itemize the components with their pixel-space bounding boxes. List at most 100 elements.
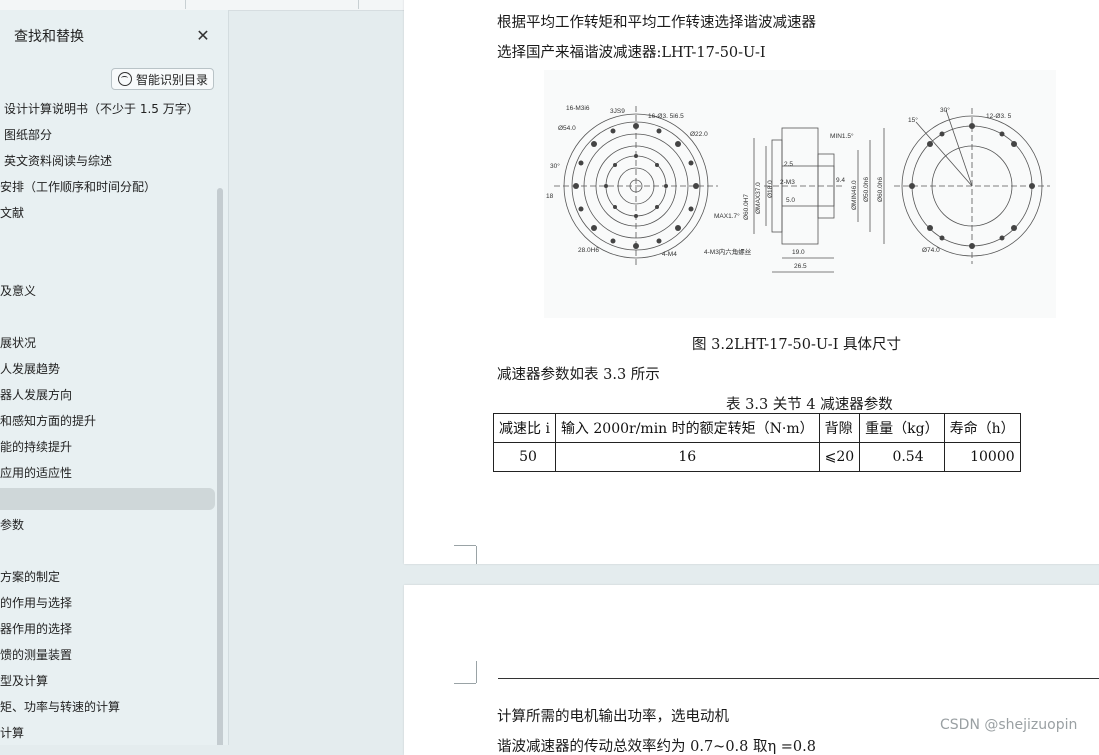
- toc-item-label: 英文资料阅读与综述: [4, 154, 113, 168]
- doc-paragraph: 根据平均工作转矩和平均工作转速选择谐波减速器: [497, 15, 816, 31]
- toc-item-selected[interactable]: [0, 488, 215, 510]
- toc-item-label: 方案的制定: [0, 570, 61, 584]
- panel-scrollbar[interactable]: [217, 188, 223, 745]
- toc-item-label: 图纸部分: [4, 128, 53, 142]
- toc-item[interactable]: [0, 254, 215, 276]
- dim-label: 5.0: [786, 197, 795, 204]
- dim-label: 12-Ø3. 5: [986, 113, 1012, 120]
- toc-item[interactable]: 设计计算说明书（不少于 1.5 万字）: [0, 98, 219, 120]
- toc-item[interactable]: 展状况: [0, 332, 215, 354]
- toc-item[interactable]: 人发展趋势: [0, 358, 215, 380]
- toc-item[interactable]: 型及计算: [0, 670, 215, 692]
- toc-item-label: 的作用与选择: [0, 596, 73, 610]
- dim-label: 18: [546, 193, 554, 200]
- table-header-cell: 重量（kg）: [859, 413, 945, 443]
- table-caption: 表 3.3 关节 4 减速器参数: [726, 397, 893, 413]
- dim-label: 26.5: [794, 263, 807, 270]
- watermark: CSDN @shejizuopin: [940, 717, 1078, 733]
- dim-label: 30°: [550, 162, 560, 170]
- toc-item[interactable]: 器人发展方向: [0, 384, 215, 406]
- doc-paragraph: 谐波减速器的传动总效率约为 0.7~0.8 取η =0.8: [497, 739, 816, 755]
- toc-item-label: 应用的适应性: [0, 466, 73, 480]
- reducer-dimension-figure: 16-M3i6 3JS9 16-Ø3. 5i6.5 Ø54.0 Ø22.0 30…: [544, 70, 1056, 318]
- smart-toc-button[interactable]: 智能识别目录: [111, 68, 214, 90]
- toc-item-label: 型及计算: [0, 674, 49, 688]
- table-header-cell: 背隙: [818, 413, 861, 443]
- toc-item[interactable]: [0, 228, 215, 250]
- dim-label: ØMAX37.0: [755, 182, 762, 214]
- toc-item[interactable]: 及意义: [0, 280, 215, 302]
- figure-caption: 图 3.2LHT-17-50-U-I 具体尺寸: [692, 337, 902, 353]
- toc-item-label: 人发展趋势: [0, 362, 61, 376]
- dim-label: Ø54.0: [558, 125, 576, 132]
- dim-label: 30°: [940, 106, 950, 114]
- table-header-cell: 输入 2000r/min 时的额定转矩（N·m）: [554, 413, 820, 443]
- toc-item[interactable]: 英文资料阅读与综述: [0, 150, 219, 172]
- dim-label: 4-M3内六角螺丝: [704, 247, 752, 256]
- table-row: 50 16 ⩽20 0.54 10000: [493, 442, 1021, 472]
- doc-paragraph: 计算所需的电机输出功率，选电动机: [497, 709, 729, 725]
- table-cell: 10000: [943, 442, 1021, 472]
- doc-paragraph: 减速器参数如表 3.3 所示: [497, 367, 660, 383]
- toc-item[interactable]: 馈的测量装置: [0, 644, 215, 666]
- dim-label: 2.5: [784, 161, 793, 168]
- toc-item[interactable]: 应用的适应性: [0, 462, 215, 484]
- table-cell: ⩽20: [818, 442, 861, 472]
- toc-item[interactable]: 图纸部分: [0, 124, 219, 146]
- toc-item[interactable]: 器作用的选择: [0, 618, 215, 640]
- toc-item-label: 和感知方面的提升: [0, 414, 97, 428]
- dim-label: 4-M4: [662, 251, 677, 258]
- toc-item-label: 能的持续提升: [0, 440, 73, 454]
- dim-label: 3JS9: [610, 108, 625, 115]
- toc-item-label: 展状况: [0, 336, 37, 350]
- toc-item-label: 及意义: [0, 284, 37, 298]
- toc-item[interactable]: [0, 306, 215, 328]
- toc-item[interactable]: [0, 540, 215, 562]
- smart-toc-label: 智能识别目录: [136, 73, 209, 87]
- reducer-params-table: 减速比 i 输入 2000r/min 时的额定转矩（N·m） 背隙 重量（kg）…: [493, 413, 1021, 472]
- smart-recognize-icon: [118, 72, 132, 86]
- toc-item[interactable]: 能的持续提升: [0, 436, 215, 458]
- dim-label: Ø74.0: [922, 247, 940, 254]
- dim-label: 2-M3: [780, 179, 795, 186]
- table-header-cell: 减速比 i: [493, 413, 556, 443]
- toc-item[interactable]: 的作用与选择: [0, 592, 215, 614]
- table-cell: 0.54: [859, 442, 945, 472]
- toc-item-label: 安排（工作顺序和时间分配）: [0, 180, 157, 194]
- toc-item[interactable]: 安排（工作顺序和时间分配）: [0, 176, 215, 198]
- toc-item[interactable]: 方案的制定: [0, 566, 215, 588]
- toc-item[interactable]: 计算: [0, 722, 215, 744]
- page-corner-mark: [454, 683, 476, 684]
- page-corner-mark: [454, 546, 477, 564]
- dim-label: MIN1.5°: [830, 132, 854, 140]
- table-cell: 50: [493, 442, 556, 472]
- dim-label: Ø50.0h6: [863, 177, 870, 202]
- toc-item-label: 计算: [0, 726, 25, 740]
- dim-label: Ø22.0: [690, 131, 708, 138]
- toc-item-label: 器作用的选择: [0, 622, 73, 636]
- header-rule: [498, 678, 1099, 679]
- find-replace-panel: 查找和替换 ✕ 智能识别目录 设计计算说明书（不少于 1.5 万字） 图纸部分 …: [0, 10, 229, 745]
- toc-item-label: 文献: [0, 206, 25, 220]
- document-page: 根据平均工作转矩和平均工作转速选择谐波减速器 选择国产来福谐波减速器:LHT-1…: [404, 0, 1099, 564]
- doc-paragraph: 选择国产来福谐波减速器:LHT-17-50-U-I: [497, 45, 766, 61]
- toc-item[interactable]: 和感知方面的提升: [0, 410, 215, 432]
- panel-title: 查找和替换: [14, 29, 84, 45]
- toc-item[interactable]: 参数: [0, 514, 215, 536]
- table-header-cell: 寿命（h）: [943, 413, 1021, 443]
- dim-label: 28.0H6: [578, 247, 599, 254]
- page-corner-mark: [454, 661, 477, 683]
- dim-label: Ø60.0h6: [877, 177, 884, 202]
- toc-item[interactable]: 矩、功率与转速的计算: [0, 696, 215, 718]
- dim-label: Ø60.0H7: [743, 194, 750, 220]
- table-header-row: 减速比 i 输入 2000r/min 时的额定转矩（N·m） 背隙 重量（kg）…: [493, 413, 1021, 443]
- close-icon[interactable]: ✕: [193, 26, 213, 46]
- toc-item-label: 参数: [0, 518, 25, 532]
- dim-label: MAX1.7°: [714, 212, 740, 220]
- dim-label: ØMIN46.0: [851, 180, 858, 210]
- toc-item[interactable]: 文献: [0, 202, 215, 224]
- dim-label: 16-M3i6: [566, 105, 590, 112]
- dim-label: 16-Ø3. 5i6.5: [648, 113, 684, 120]
- page-corner-mark: [454, 545, 476, 546]
- table-cell: 16: [554, 442, 820, 472]
